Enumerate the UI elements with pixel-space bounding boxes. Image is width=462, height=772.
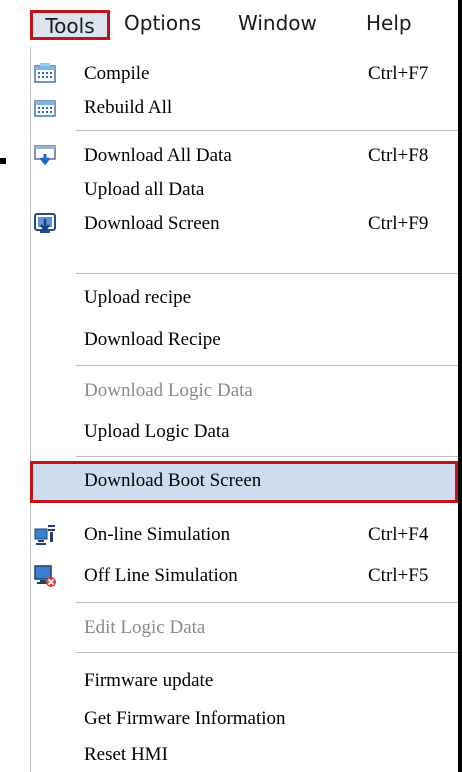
menu-item-label: Download Logic Data <box>84 380 253 401</box>
offline-simulation-icon <box>34 565 56 587</box>
menu-item-download-boot-screen[interactable]: Download Boot Screen <box>30 461 458 503</box>
menu-item-label: Rebuild All <box>84 97 173 118</box>
menu-item-label: Get Firmware Information <box>84 708 286 729</box>
menu-item-shortcut: Ctrl+F7 <box>368 63 429 84</box>
menu-item-download-screen[interactable]: Download Screen Ctrl+F9 <box>30 207 458 241</box>
menu-item-firmware-update[interactable]: Firmware update <box>30 664 458 698</box>
download-data-icon <box>34 145 56 167</box>
menu-separator <box>76 652 458 653</box>
menu-item-shortcut: Ctrl+F4 <box>368 524 429 545</box>
menu-item-offline-simulation[interactable]: Off Line Simulation Ctrl+F5 <box>30 559 458 593</box>
menu-item-download-recipe[interactable]: Download Recipe <box>30 323 458 357</box>
menu-separator <box>76 365 458 366</box>
menu-item-online-simulation[interactable]: On-line Simulation Ctrl+F4 <box>30 518 458 552</box>
menu-item-shortcut: Ctrl+F8 <box>368 145 429 166</box>
menu-item-label: Download Recipe <box>84 329 221 350</box>
menu-separator <box>76 602 458 603</box>
menu-bar: Tools Options Window Help <box>0 0 462 46</box>
window-right-edge <box>458 0 462 772</box>
menu-item-label: Download Boot Screen <box>84 470 262 491</box>
menu-item-shortcut: Ctrl+F9 <box>368 213 429 234</box>
menu-item-upload-all-data[interactable]: Upload all Data <box>30 173 458 207</box>
menu-item-download-all-data[interactable]: Download All Data Ctrl+F8 <box>30 139 458 173</box>
menu-item-label: Upload all Data <box>84 179 205 200</box>
menu-separator <box>76 130 458 131</box>
menu-item-compile[interactable]: Compile Ctrl+F7 <box>30 57 458 91</box>
pointer-mark <box>0 158 6 164</box>
menubar-help[interactable]: Help <box>366 8 412 38</box>
menu-item-label: Upload Logic Data <box>84 421 230 442</box>
menu-item-label: Firmware update <box>84 670 214 691</box>
online-simulation-icon <box>34 524 56 546</box>
menu-item-label: Download All Data <box>84 145 232 166</box>
menubar-options[interactable]: Options <box>124 8 201 38</box>
menu-item-upload-logic-data[interactable]: Upload Logic Data <box>30 415 458 449</box>
menu-item-label: Reset HMI <box>84 744 168 765</box>
menu-item-label: Upload recipe <box>84 287 192 308</box>
menu-item-get-firmware-information[interactable]: Get Firmware Information <box>30 702 458 736</box>
menu-item-upload-recipe[interactable]: Upload recipe <box>30 281 458 315</box>
menu-item-download-logic-data: Download Logic Data <box>30 374 458 408</box>
menu-item-rebuild-all[interactable]: Rebuild All <box>30 91 458 125</box>
menu-item-label: Edit Logic Data <box>84 617 206 638</box>
menu-separator <box>76 456 458 457</box>
rebuild-icon <box>34 97 56 119</box>
menu-item-label: Off Line Simulation <box>84 565 238 586</box>
menu-item-label: Download Screen <box>84 213 220 234</box>
compile-icon <box>34 63 56 85</box>
menu-item-edit-logic-data: Edit Logic Data <box>30 611 458 645</box>
menubar-window[interactable]: Window <box>238 8 317 38</box>
menu-item-shortcut: Ctrl+F5 <box>368 565 429 586</box>
menu-item-reset-hmi[interactable]: Reset HMI <box>30 738 458 772</box>
menu-separator <box>76 273 458 274</box>
menu-item-label: Compile <box>84 63 150 84</box>
download-screen-icon <box>34 213 56 235</box>
menu-item-label: On-line Simulation <box>84 524 231 545</box>
menubar-tools[interactable]: Tools <box>30 10 110 40</box>
